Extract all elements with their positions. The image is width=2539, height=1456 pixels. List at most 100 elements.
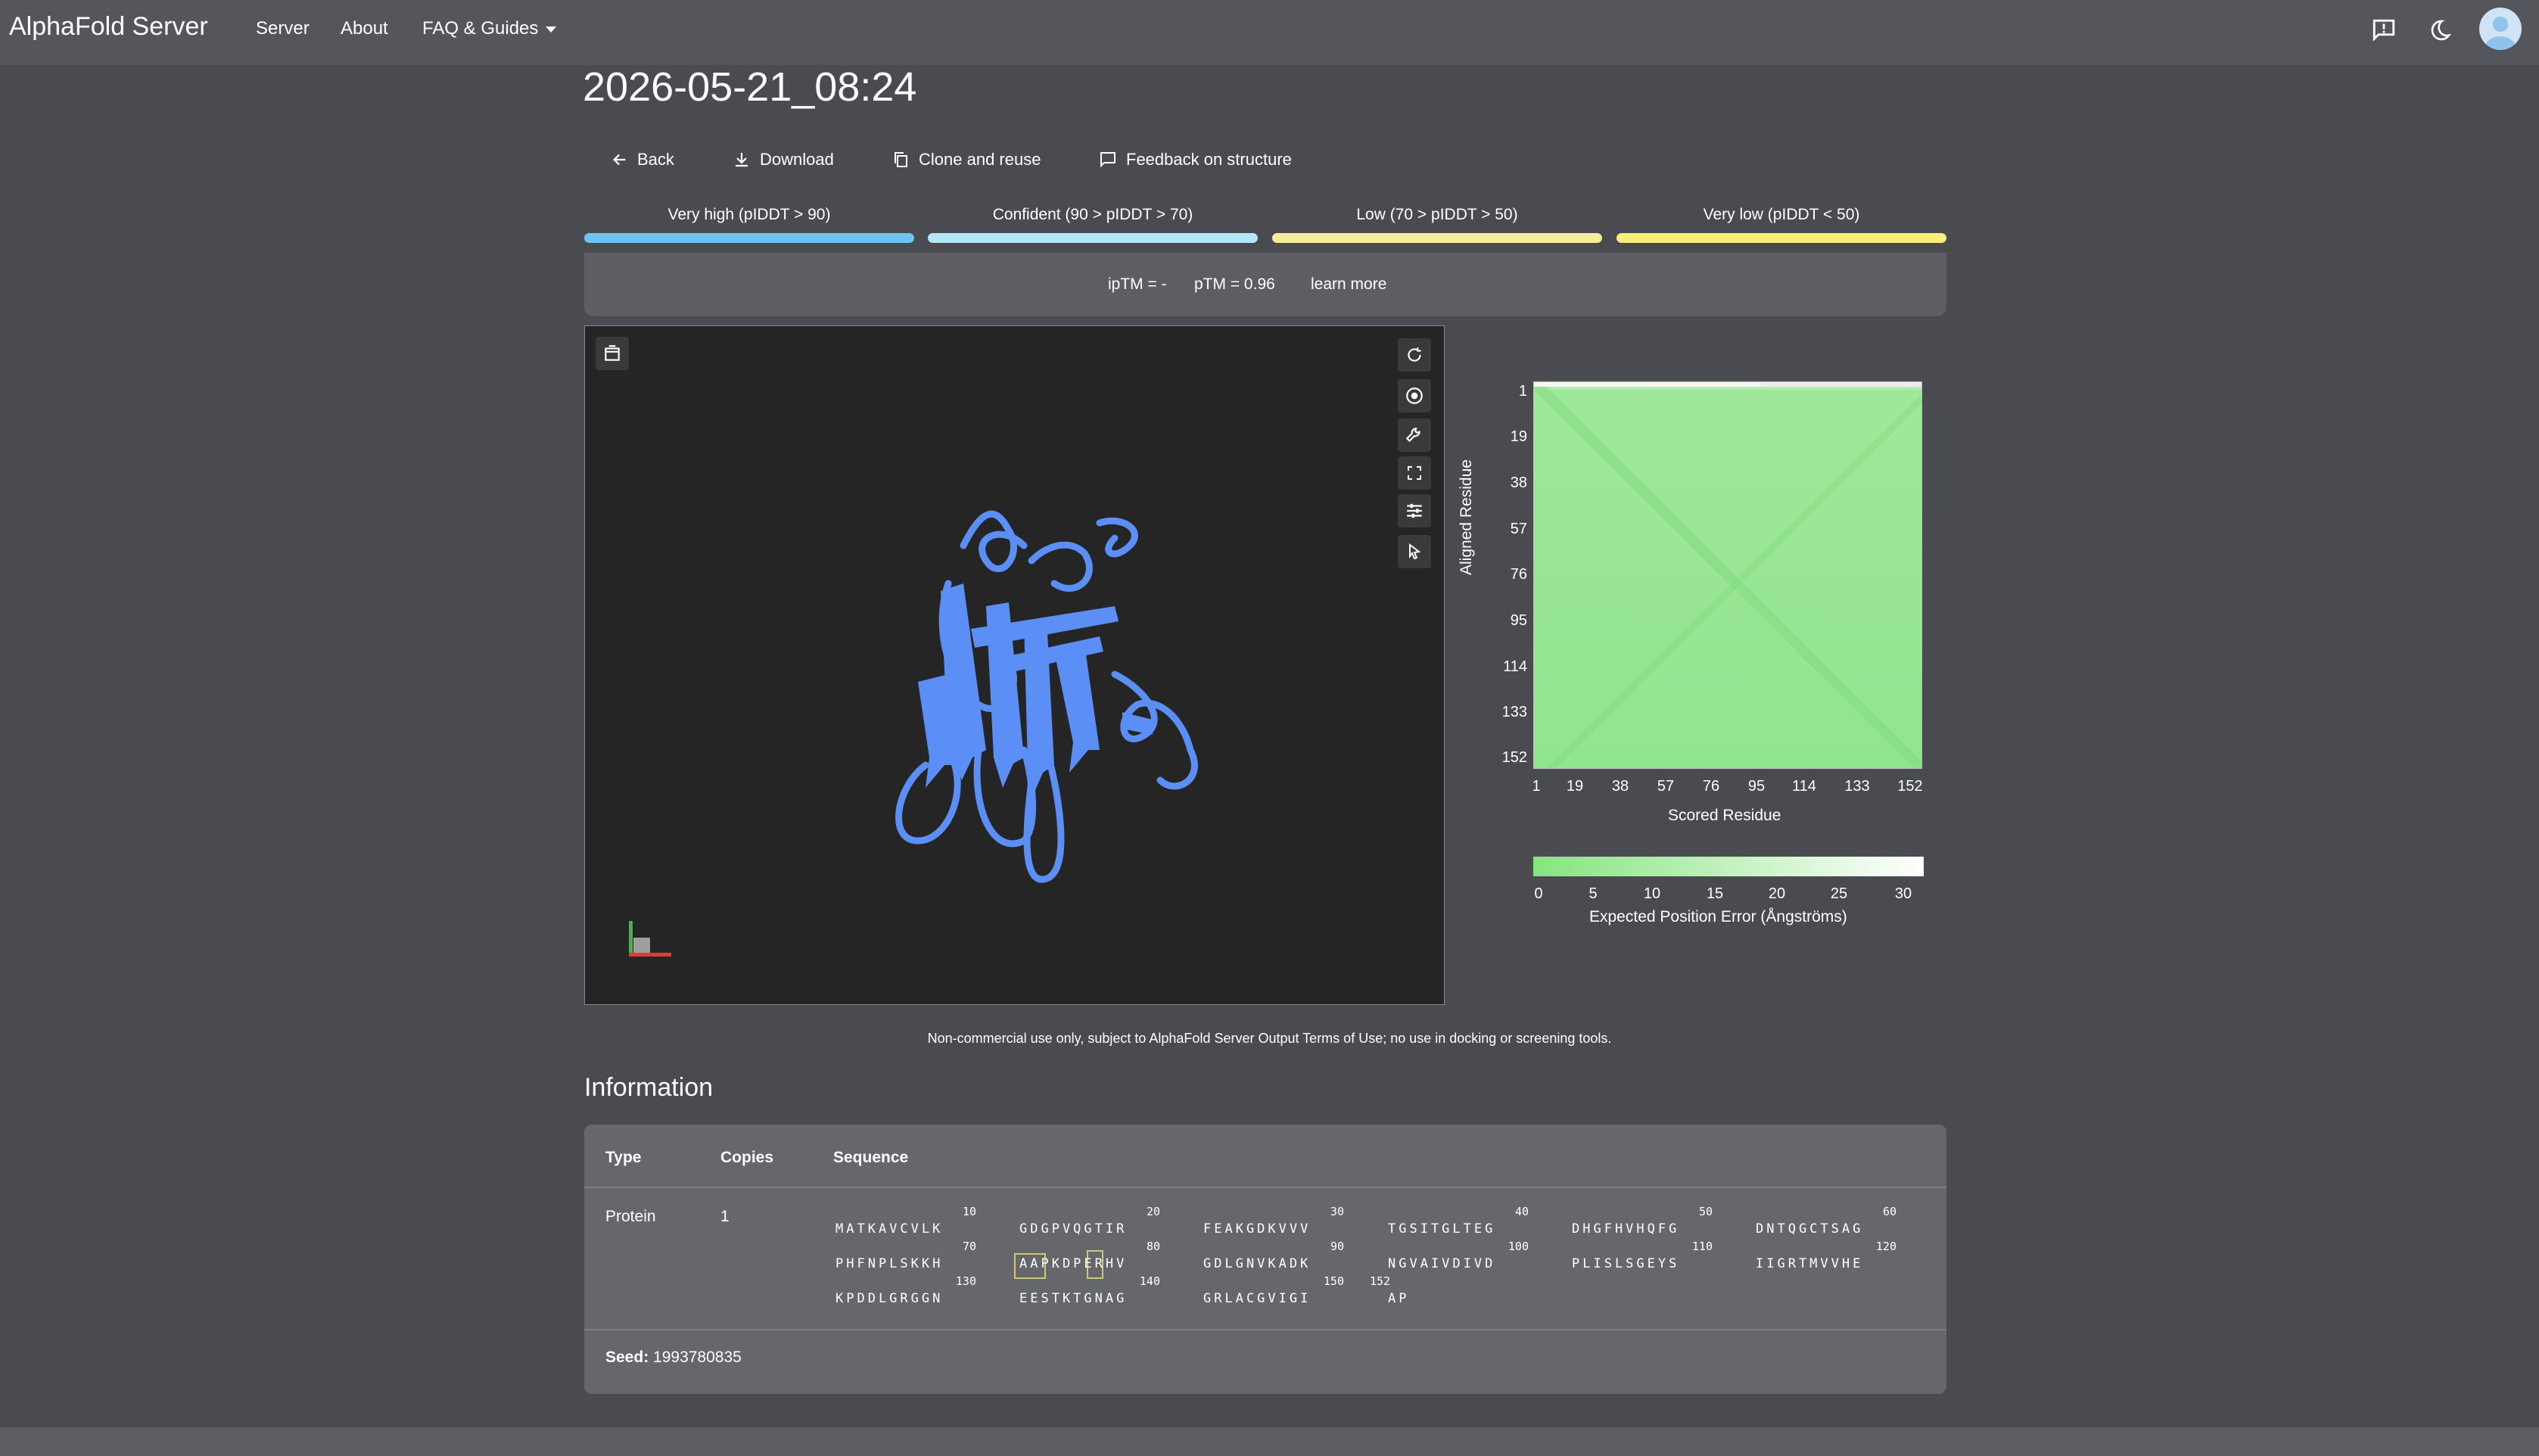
pae-y-tick: 38 bbox=[1510, 474, 1527, 491]
download-button[interactable]: Download bbox=[733, 147, 834, 173]
arrow-back-icon bbox=[613, 154, 626, 166]
pae-x-tick: 76 bbox=[1702, 778, 1720, 795]
col-header-copies: Copies bbox=[720, 1149, 774, 1166]
seq-index: 30 bbox=[1330, 1205, 1344, 1218]
back-button[interactable]: Back bbox=[611, 147, 674, 173]
seq-block: EESTKTGNAG bbox=[1019, 1291, 1128, 1306]
seq-block: GDGPVQGTIR bbox=[1019, 1221, 1128, 1237]
clone-button[interactable]: Clone and reuse bbox=[891, 147, 1041, 173]
pae-heatmap[interactable] bbox=[1533, 381, 1922, 769]
iptm-value: ipTM = - bbox=[1108, 275, 1167, 293]
seq-block: DNTQGCTSAG bbox=[1756, 1221, 1864, 1237]
learn-more-link[interactable]: learn more bbox=[1311, 275, 1386, 294]
information-heading: Information bbox=[584, 1073, 714, 1102]
table-divider bbox=[584, 1187, 1946, 1188]
colorbar-tick: 10 bbox=[1643, 885, 1661, 902]
structure-viewer[interactable] bbox=[584, 325, 1445, 1005]
download-icon bbox=[736, 153, 748, 167]
seq-index: 100 bbox=[1508, 1240, 1529, 1253]
panel-toggle-icon[interactable] bbox=[596, 337, 629, 370]
pae-y-axis-label: Aligned Residue bbox=[1458, 459, 1475, 575]
seq-index: 110 bbox=[1691, 1240, 1713, 1253]
seq-index: 140 bbox=[1139, 1274, 1160, 1288]
camera-icon[interactable] bbox=[1398, 379, 1431, 412]
seq-block: GDLGNVKADK bbox=[1203, 1256, 1312, 1271]
seq-index: 10 bbox=[962, 1205, 976, 1218]
pae-x-tick: 95 bbox=[1747, 778, 1766, 795]
entity-copies: 1 bbox=[720, 1208, 730, 1225]
spin-icon[interactable] bbox=[1398, 338, 1431, 372]
pae-y-tick: 114 bbox=[1503, 658, 1527, 675]
back-label: Back bbox=[637, 150, 674, 169]
seq-block: KPDDLGRGGN bbox=[835, 1291, 944, 1306]
ptm-value: pTM = 0.96 bbox=[1194, 275, 1275, 293]
pae-x-tick: 57 bbox=[1657, 778, 1675, 795]
legend-very-high-label: Very high (pIDDT > 90) bbox=[667, 206, 831, 223]
legend-confident-label: Confident (90 > pIDDT > 70) bbox=[992, 206, 1193, 223]
seq-block: NGVAIVDIVD bbox=[1388, 1256, 1496, 1271]
dark-mode-icon[interactable] bbox=[2425, 15, 2455, 45]
feedback-structure-button[interactable]: Feedback on structure bbox=[1099, 147, 1292, 173]
colorbar-tick: 0 bbox=[1534, 885, 1543, 902]
feedback-structure-label: Feedback on structure bbox=[1126, 150, 1292, 169]
seq-index: 20 bbox=[1146, 1205, 1160, 1218]
seq-block: PHFNPLSKKH bbox=[835, 1256, 944, 1271]
fullscreen-icon[interactable] bbox=[1398, 456, 1431, 490]
nav-about-link[interactable]: About bbox=[341, 18, 388, 39]
pae-y-tick: 95 bbox=[1510, 612, 1527, 629]
legend-very-high-bar bbox=[584, 233, 914, 243]
feedback-icon[interactable] bbox=[2369, 15, 2399, 45]
feedback-icon bbox=[1100, 152, 1115, 168]
job-title: 2026-05-21_08:24 bbox=[583, 64, 917, 110]
user-avatar[interactable] bbox=[2479, 8, 2522, 50]
pae-y-tick: 152 bbox=[1501, 749, 1527, 766]
colorbar-tick: 25 bbox=[1830, 885, 1848, 902]
settings-icon[interactable] bbox=[1398, 494, 1431, 527]
seq-block: MATKAVCVLK bbox=[835, 1221, 944, 1237]
seq-block: AAPKDPERHV bbox=[1019, 1256, 1128, 1271]
seq-index: 130 bbox=[955, 1274, 976, 1288]
pae-x-tick: 38 bbox=[1611, 778, 1629, 795]
col-header-type: Type bbox=[605, 1149, 642, 1166]
pae-x-tick: 114 bbox=[1792, 778, 1816, 795]
usage-disclaimer: Non-commercial use only, subject to Alph… bbox=[927, 1031, 1612, 1046]
colorbar-label: Expected Position Error (Ångströms) bbox=[1589, 908, 1847, 926]
seq-block: PLISLSGEYS bbox=[1572, 1256, 1680, 1271]
pae-x-tick: 19 bbox=[1566, 778, 1584, 795]
seq-index: 70 bbox=[962, 1240, 976, 1253]
table-divider bbox=[584, 1329, 1946, 1330]
pae-y-tick: 133 bbox=[1501, 704, 1527, 720]
seed-info: Seed: 1993780835 bbox=[605, 1349, 742, 1367]
colorbar-tick: 20 bbox=[1768, 885, 1786, 902]
pae-y-tick: 19 bbox=[1510, 428, 1527, 445]
cursor-icon[interactable] bbox=[1398, 535, 1431, 568]
chevron-down-icon bbox=[546, 26, 557, 33]
col-header-sequence: Sequence bbox=[833, 1149, 909, 1166]
legend-confident-bar bbox=[928, 233, 1258, 243]
legend-very-low-label: Very low (pIDDT < 50) bbox=[1703, 206, 1860, 223]
seq-index: 150 bbox=[1323, 1274, 1344, 1288]
seed-label: Seed: bbox=[605, 1349, 649, 1366]
nav-faq-menu[interactable]: FAQ & Guides bbox=[422, 18, 557, 39]
colorbar-tick: 5 bbox=[1588, 885, 1598, 902]
seq-block: TGSITGLTEG bbox=[1388, 1221, 1496, 1237]
top-app-bar: AlphaFold Server Server About FAQ & Guid… bbox=[0, 0, 2539, 65]
seq-block: FEAKGDKVVV bbox=[1203, 1221, 1312, 1237]
nav-faq-label: FAQ & Guides bbox=[422, 18, 539, 39]
copy-icon bbox=[895, 152, 907, 167]
seed-value: 1993780835 bbox=[653, 1349, 742, 1366]
app-logo-text[interactable]: AlphaFold Server bbox=[9, 12, 208, 42]
pae-x-tick: 133 bbox=[1844, 778, 1870, 795]
seq-index: 90 bbox=[1330, 1240, 1344, 1253]
pae-x-axis-label: Scored Residue bbox=[1668, 807, 1781, 824]
colorbar-tick: 30 bbox=[1894, 885, 1912, 902]
seq-index: 40 bbox=[1514, 1205, 1529, 1218]
download-label: Download bbox=[760, 150, 834, 169]
pae-y-tick: 57 bbox=[1510, 521, 1527, 537]
legend-very-low-bar bbox=[1616, 233, 1946, 243]
seq-index: 120 bbox=[1875, 1240, 1896, 1253]
protein-structure-render bbox=[895, 510, 1198, 883]
wrench-icon[interactable] bbox=[1398, 418, 1431, 452]
legend-low-label: Low (70 > pIDDT > 50) bbox=[1356, 206, 1518, 223]
nav-server-link[interactable]: Server bbox=[256, 18, 310, 39]
